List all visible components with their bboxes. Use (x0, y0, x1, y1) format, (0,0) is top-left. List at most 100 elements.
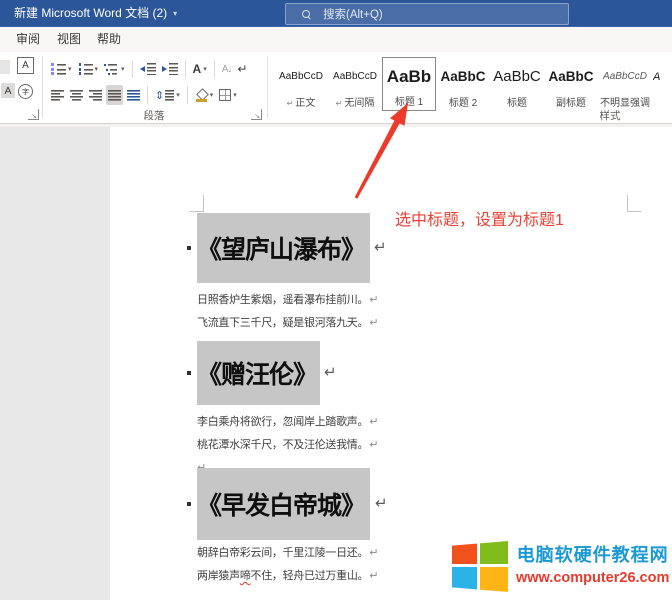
pilcrow-icon: ↵ (374, 238, 387, 256)
chevron-down-icon: ▾ (233, 91, 237, 99)
align-right-button[interactable] (87, 85, 104, 105)
chevron-down-icon: ▾ (210, 91, 214, 99)
align-left-icon (51, 90, 64, 101)
tab-review[interactable]: 审阅 (16, 27, 40, 52)
numbering-icon (78, 63, 93, 75)
enclose-characters-icon[interactable]: 字 (18, 84, 33, 99)
style-label: 副标题 (556, 96, 586, 111)
search-icon (302, 10, 311, 19)
style-label: 标题 (507, 96, 527, 111)
paragraph-row-1: ▾ ▾ ▾ A▾ A↓ ↵ (48, 58, 250, 80)
site-logo: 电脑软硬件教程网 www.computer26.com (452, 541, 669, 592)
style-sample: AaBbCcD (276, 57, 326, 96)
divider (132, 60, 133, 78)
paragraph-row-2: ⇕▾ ▾ ▾ (48, 84, 240, 106)
chevron-down-icon: ▾ (95, 65, 99, 73)
asian-layout-button[interactable]: A▾ (191, 59, 209, 79)
align-center-button[interactable] (68, 85, 85, 105)
poem3-body[interactable]: 朝辞白帝彩云间，千里江陵一日还。↵ 两岸猿声啼不住，轻舟已过万重山。↵ (197, 542, 397, 588)
shading-icon (195, 89, 208, 102)
flag-pane-orange (452, 541, 477, 564)
style-no-spacing[interactable]: AaBbCcD ↵无间隔 (328, 57, 382, 111)
bullets-button[interactable]: ▾ (49, 59, 74, 79)
multilevel-list-button[interactable]: ▾ (102, 59, 127, 79)
style-normal[interactable]: AaBbCcD ↵正文 (274, 57, 328, 111)
justify-icon (108, 90, 121, 101)
line-spacing-icon: ⇕ (155, 89, 164, 102)
word-window: 新建 Microsoft Word 文档 (2) ▾ 搜索(Alt+Q) 审阅 视… (0, 0, 672, 600)
heading-anchor-icon (187, 246, 191, 250)
borders-icon (219, 89, 231, 101)
paragraph-group-label: 段落 (44, 108, 264, 123)
bullets-icon (51, 63, 66, 75)
style-heading2[interactable]: AaBbC 标题 2 (436, 57, 490, 111)
style-subtitle[interactable]: AaBbC 副标题 (544, 57, 598, 111)
ribbon-tab-bar: 审阅 视图 帮助 (0, 27, 672, 52)
style-label: 标题 2 (449, 96, 477, 111)
decrease-indent-button[interactable] (138, 59, 158, 79)
style-heading1-selected[interactable]: AaBb 标题 1 (382, 57, 436, 111)
style-sample: A (653, 57, 667, 96)
show-hide-marks-button[interactable]: ↵ (235, 59, 249, 79)
style-sample: AaBbCcD (330, 57, 380, 96)
distribute-icon (127, 90, 140, 101)
style-subtle-emphasis[interactable]: AaBbCcD 不明显强调 (598, 57, 652, 111)
title-dropdown-icon[interactable]: ▾ (173, 9, 177, 18)
poem-line: 朝辞白帝彩云间，千里江陵一日还。↵ (197, 542, 397, 565)
poem1-title-selected[interactable]: 《望庐山瀑布》 (197, 213, 370, 283)
group-separator (42, 56, 43, 118)
poem2-title-selected[interactable]: 《赠汪伦》 (197, 341, 320, 405)
heading-anchor-icon (187, 371, 191, 375)
windows-flag-icon (452, 541, 508, 592)
pilcrow-icon: ↵ (324, 363, 337, 381)
style-title[interactable]: AaBbC 标题 (490, 57, 544, 111)
pilcrow-icon: ↵ (369, 547, 378, 559)
increase-indent-button[interactable] (160, 59, 180, 79)
font-dialog-launcher[interactable] (28, 109, 39, 120)
style-sample: AaBbCcD (600, 57, 650, 96)
decrease-indent-icon (140, 63, 156, 75)
divider (147, 86, 148, 104)
line-spacing-button[interactable]: ⇕▾ (153, 85, 182, 105)
align-left-button[interactable] (49, 85, 66, 105)
style-gallery: AaBbCcD ↵正文 AaBbCcD ↵无间隔 AaBb 标题 1 AaBbC… (274, 57, 668, 111)
sort-button[interactable]: A↓ (220, 59, 234, 79)
pilcrow-icon: ↵ (369, 439, 378, 451)
align-right-icon (89, 90, 102, 101)
tab-view[interactable]: 视图 (57, 27, 81, 52)
phonetic-guide-icon[interactable] (0, 60, 10, 74)
poem3-title-selected[interactable]: 《早发白帝城》 (197, 468, 370, 540)
paragraph-dialog-launcher[interactable] (251, 109, 262, 120)
numbering-button[interactable]: ▾ (76, 59, 101, 79)
pilcrow-icon: ↵ (369, 570, 378, 582)
flag-pane-yellow (480, 567, 508, 592)
shading-button[interactable]: ▾ (193, 85, 216, 105)
justify-button[interactable] (106, 85, 123, 105)
style-partial[interactable]: A (652, 57, 668, 111)
asian-layout-icon: A (193, 62, 202, 76)
group-separator (267, 56, 268, 118)
chevron-down-icon: ▾ (176, 91, 180, 99)
distribute-button[interactable] (125, 85, 142, 105)
divider (187, 86, 188, 104)
annotation-text: 选中标题，设置为标题1 (395, 206, 564, 230)
chevron-down-icon: ▾ (121, 65, 125, 73)
chevron-down-icon: ▾ (68, 65, 72, 73)
character-shading-icon[interactable]: A (1, 83, 15, 98)
tab-help[interactable]: 帮助 (97, 27, 121, 52)
search-input[interactable]: 搜索(Alt+Q) (285, 3, 569, 25)
document-title-text: 新建 Microsoft Word 文档 (2) (14, 6, 167, 20)
pilcrow-icon: ↵ (336, 96, 343, 111)
character-border-icon[interactable]: A (17, 57, 34, 74)
divider (214, 60, 215, 78)
pilcrow-icon: ↵ (375, 494, 388, 512)
spellcheck-word: 啼 (240, 570, 251, 582)
logo-site-url: www.computer26.com (516, 570, 669, 586)
style-sample: AaBbC (546, 57, 596, 96)
poem-line: 日照香炉生紫烟，遥看瀑布挂前川。↵ (197, 289, 397, 312)
poem-line: 桃花潭水深千尺，不及汪伦送我情。↵ (197, 434, 397, 457)
document-title: 新建 Microsoft Word 文档 (2) ▾ (14, 0, 177, 26)
borders-button[interactable]: ▾ (217, 85, 239, 105)
poem-line: 李白乘舟将欲行，忽闻岸上踏歌声。↵ (197, 411, 397, 434)
line-spacing-lines-icon (165, 90, 174, 101)
